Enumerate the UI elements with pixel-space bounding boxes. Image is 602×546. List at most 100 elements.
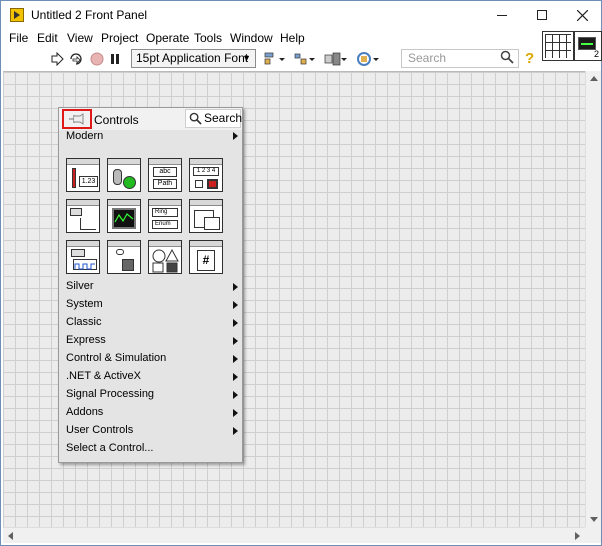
shapes-icon: [152, 248, 179, 273]
tree-icon: [80, 218, 96, 230]
palette-category-express[interactable]: Express: [66, 334, 106, 346]
cluster-element-icon: [195, 180, 203, 188]
palette-select-a-control[interactable]: Select a Control...: [66, 442, 153, 454]
context-help-icon[interactable]: ?: [525, 50, 534, 67]
resize-objects-button[interactable]: [323, 50, 349, 68]
boolean-controls-tile[interactable]: [107, 158, 141, 192]
io-name-icon: [71, 249, 85, 257]
folder-icon: [204, 217, 220, 230]
menu-file[interactable]: File: [9, 31, 28, 45]
palette-search-button[interactable]: Search: [185, 109, 243, 128]
path-display: Path: [153, 179, 177, 189]
ring-display: Ring: [152, 208, 178, 217]
connector-pane[interactable]: [542, 31, 574, 61]
chevron-right-icon: [233, 319, 238, 327]
reorder-button[interactable]: [355, 50, 381, 68]
chevron-right-icon: [233, 373, 238, 381]
close-button[interactable]: [571, 5, 593, 25]
chevron-right-icon: [233, 409, 238, 417]
resize-grip[interactable]: [585, 527, 601, 543]
search-icon[interactable]: [500, 50, 514, 64]
palette-title: Controls: [94, 113, 139, 127]
font-select[interactable]: 15pt Application Font ▼: [131, 49, 256, 68]
distribute-objects-button[interactable]: [293, 50, 317, 68]
cluster-led-icon: [207, 179, 218, 189]
pin-button[interactable]: [62, 109, 92, 129]
menu-operate[interactable]: Operate: [146, 31, 189, 45]
horizontal-scrollbar[interactable]: [3, 527, 585, 543]
graph-screen-icon: [112, 208, 136, 229]
scroll-right-icon[interactable]: [575, 532, 580, 540]
palette-category-user-controls[interactable]: User Controls: [66, 424, 133, 436]
array-display: 1 2 3 4: [193, 167, 219, 176]
pause-button[interactable]: [108, 50, 122, 68]
palette-category-system[interactable]: System: [66, 298, 103, 310]
waveform-icon: [73, 259, 97, 270]
labview-app-icon: [10, 8, 24, 22]
run-continuously-button[interactable]: [67, 50, 85, 68]
align-objects-button[interactable]: [263, 50, 287, 68]
list-table-tree-tile[interactable]: [66, 199, 100, 233]
menu-window[interactable]: Window: [230, 31, 273, 45]
refnum-icon: #: [197, 250, 215, 271]
numeric-controls-tile[interactable]: 1.23: [66, 158, 100, 192]
palette-header: Controls Search: [59, 108, 242, 130]
controls-palette: Controls Search Modern 1.23 abc Path 1 2…: [58, 107, 243, 463]
chevron-right-icon: [233, 283, 238, 291]
palette-search-label: Search: [204, 111, 243, 125]
menu-help[interactable]: Help: [280, 31, 305, 45]
reorder-icon: [357, 52, 379, 66]
refnum-tile[interactable]: #: [189, 240, 223, 274]
numeric-display: 1.23: [79, 176, 98, 187]
menu-tools[interactable]: Tools: [194, 31, 222, 45]
chevron-right-icon: [233, 301, 238, 309]
thermometer-icon: [72, 168, 76, 188]
led-icon: [123, 176, 136, 189]
front-panel-window: Untitled 2 Front Panel File Edit View Pr…: [0, 0, 602, 546]
menu-project[interactable]: Project: [101, 31, 138, 45]
vi-icon-number: 2: [593, 49, 599, 59]
palette-category-dotnet-activex[interactable]: .NET & ActiveX: [66, 370, 141, 382]
palette-category-addons[interactable]: Addons: [66, 406, 103, 418]
ring-enum-tile[interactable]: Ring Enum: [148, 199, 182, 233]
stop-sign-icon: [90, 52, 104, 66]
io-tile[interactable]: [66, 240, 100, 274]
vertical-scrollbar[interactable]: [585, 71, 601, 527]
variant-icon: [116, 249, 124, 255]
palette-category-modern[interactable]: Modern: [66, 130, 103, 142]
abort-button[interactable]: [89, 50, 105, 68]
chevron-right-icon: [233, 427, 238, 435]
menu-bar: File Edit View Project Operate Tools Win…: [1, 29, 541, 47]
scroll-up-icon[interactable]: [590, 76, 598, 81]
menu-edit[interactable]: Edit: [37, 31, 58, 45]
run-continuously-icon: [70, 53, 82, 65]
chevron-right-icon: [233, 337, 238, 345]
vi-icon[interactable]: 2: [574, 31, 602, 61]
class-cube-icon: [122, 259, 134, 271]
toggle-switch-icon: [113, 169, 122, 185]
chevron-right-icon: [233, 355, 238, 363]
minimize-button[interactable]: [491, 5, 513, 25]
run-button[interactable]: [49, 50, 65, 68]
palette-category-classic[interactable]: Classic: [66, 316, 101, 328]
scroll-down-icon[interactable]: [590, 517, 598, 522]
palette-category-signal-processing[interactable]: Signal Processing: [66, 388, 154, 400]
maximize-button[interactable]: [531, 5, 553, 25]
array-matrix-cluster-tile[interactable]: 1 2 3 4: [189, 158, 223, 192]
toolbar: 15pt Application Font ▼ Search ?: [1, 47, 541, 71]
decorations-tile[interactable]: [148, 240, 182, 274]
list-icon: [70, 208, 82, 216]
palette-category-control-simulation[interactable]: Control & Simulation: [66, 352, 166, 364]
scroll-left-icon[interactable]: [8, 532, 13, 540]
font-select-value: 15pt Application Font: [136, 51, 249, 65]
string-path-tile[interactable]: abc Path: [148, 158, 182, 192]
chevron-right-icon: [233, 391, 238, 399]
variant-class-tile[interactable]: [107, 240, 141, 274]
menu-view[interactable]: View: [67, 31, 93, 45]
align-objects-icon: [264, 52, 285, 65]
thumbtack-icon: [69, 113, 84, 125]
palette-category-silver[interactable]: Silver: [66, 280, 94, 292]
graph-tile[interactable]: [107, 199, 141, 233]
chevron-down-icon: ▼: [242, 53, 251, 63]
containers-tile[interactable]: [189, 199, 223, 233]
